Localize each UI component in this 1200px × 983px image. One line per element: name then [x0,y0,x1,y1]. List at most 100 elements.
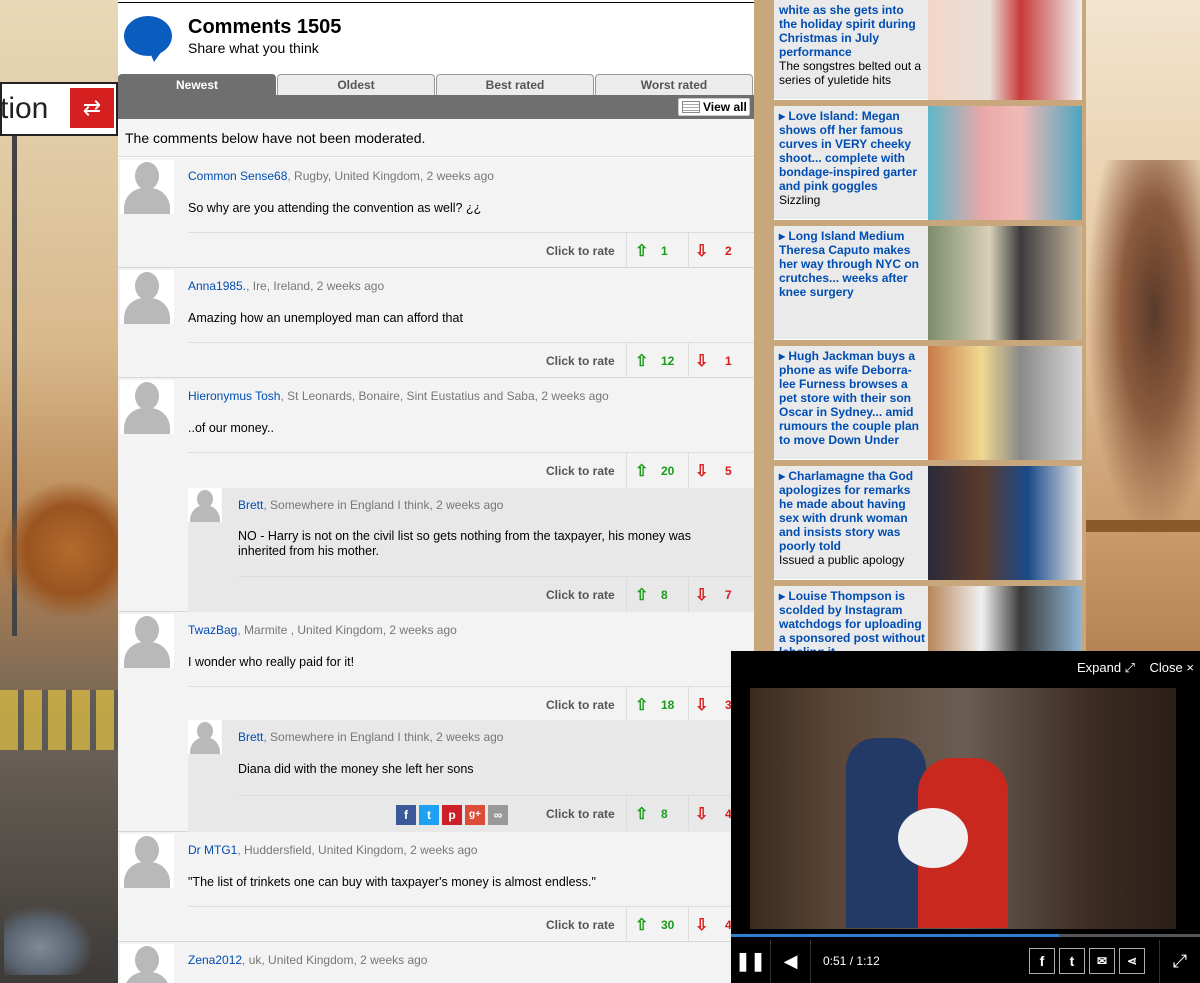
story-thumbnail[interactable] [928,0,1082,100]
googleplus-share-icon[interactable]: g+ [465,805,485,825]
divider [118,2,754,3]
comment-meta: Anna1985., Ire, Ireland, 2 weeks ago [188,279,384,293]
downvote-button[interactable]: ⇩ 2 [688,233,754,268]
story-headline[interactable]: Charlamagne tha God apologizes for remar… [779,469,913,553]
twitter-icon[interactable]: t [1059,948,1085,974]
mute-button[interactable]: ◀ [771,940,811,983]
upvote-count: 1 [661,244,668,258]
rate-bar: Click to rate ⇧ 12 ⇩ 1 [188,342,754,378]
up-arrow-icon: ⇧ [635,587,649,604]
comment-meta: Zena2012, uk, United Kingdom, 2 weeks ag… [188,953,427,967]
tab-best-rated[interactable]: Best rated [436,74,594,96]
pause-icon: ❚❚ [735,951,766,971]
downvote-button[interactable]: ⇩ 5 [688,453,754,488]
rate-bar: Click to rate ⇧ 18 ⇩ 3 [188,686,754,722]
speaker-icon: ◀ [783,951,798,971]
comment-author[interactable]: TwazBag [188,623,237,637]
close-label: Close [1149,660,1183,675]
expand-button[interactable]: Expand ⤢ [1077,660,1135,675]
expand-icon: ⤢ [1124,660,1136,675]
comment-author[interactable]: Anna1985. [188,279,246,293]
downvote-count: 7 [725,588,732,602]
comment-text: I wonder who really paid for it! [188,655,355,669]
upvote-count: 30 [661,918,675,932]
video-frame[interactable] [750,688,1176,929]
upvote-button[interactable]: ⇧ 1 [626,233,688,268]
avatar[interactable] [120,944,174,983]
story-thumbnail[interactable] [928,466,1082,580]
tab-newest[interactable]: Newest [118,74,276,96]
video-progress-fill [731,934,1060,937]
pause-button[interactable]: ❚❚ [731,940,771,983]
upvote-button[interactable]: ⇧ 18 [626,687,688,722]
comment-author[interactable]: Common Sense68 [188,169,287,183]
view-all-button[interactable]: View all [678,98,750,116]
story-subtitle: Issued a public apology [779,553,905,567]
video-progress-bar[interactable] [731,934,1200,937]
link-share-icon[interactable]: ∞ [488,805,508,825]
rate-bar: Click to rate ⇧ 8 ⇩ 7 [238,576,754,612]
fullscreen-button[interactable]: ⤢ [1159,940,1200,983]
video-top-controls: Expand ⤢ Close × [1077,660,1194,676]
story-headline[interactable]: Love Island: Megan shows off her famous … [779,109,917,193]
click-to-rate-label: Click to rate [546,464,615,478]
comment-text: So why are you attending the convention … [188,201,482,215]
story-item[interactable]: Long Island Medium Theresa Caputo makes … [774,226,1082,340]
facebook-share-icon[interactable]: f [396,805,416,825]
avatar[interactable] [120,160,174,214]
avatar[interactable] [188,720,222,754]
road-markings [0,690,118,750]
upvote-button[interactable]: ⇧ 20 [626,453,688,488]
comment-location: , Rugby, United Kingdom, 2 weeks ago [287,169,494,183]
comment-author[interactable]: Zena2012 [188,953,242,967]
upvote-button[interactable]: ⇧ 12 [626,343,688,378]
down-arrow-icon: ⇩ [695,587,709,604]
time-current: 0:51 [823,954,847,968]
comment-author[interactable]: Hieronymus Tosh [188,389,280,403]
down-arrow-icon: ⇩ [695,463,709,480]
reply-location: , Somewhere in England I think, 2 weeks … [263,730,504,744]
avatar[interactable] [188,488,222,522]
avatar[interactable] [120,270,174,324]
story-item[interactable]: Hugh Jackman buys a phone as wife Deborr… [774,346,1082,460]
email-icon[interactable]: ✉ [1089,948,1115,974]
story-text: Hugh Jackman buys a phone as wife Deborr… [779,349,925,447]
view-all-icon [682,101,700,113]
story-thumbnail[interactable] [928,346,1082,460]
upvote-button[interactable]: ⇧ 8 [626,577,688,612]
rate-bar: f t p g+ ∞ Click to rate ⇧ 8 ⇩ 4 [238,795,754,831]
story-item[interactable]: Love Island: Megan shows off her famous … [774,106,1082,220]
pinterest-share-icon[interactable]: p [442,805,462,825]
upvote-count: 20 [661,464,675,478]
story-headline[interactable]: Hugh Jackman buys a phone as wife Deborr… [779,349,919,447]
story-thumbnail[interactable] [928,226,1082,340]
tab-worst-rated[interactable]: Worst rated [595,74,753,96]
close-button[interactable]: Close × [1150,660,1194,675]
downvote-button[interactable]: ⇩ 1 [688,343,754,378]
upvote-button[interactable]: ⇧ 8 [626,796,688,831]
reply-author[interactable]: Brett [238,498,263,512]
story-headline[interactable]: Louise Thompson is scolded by Instagram … [779,589,925,659]
facebook-icon[interactable]: f [1029,948,1055,974]
reply-author[interactable]: Brett [238,730,263,744]
story-item[interactable]: Lorinn Rimes wows in white as she gets i… [774,0,1082,100]
reply-meta: Brett, Somewhere in England I think, 2 w… [238,498,503,512]
story-headline[interactable]: Lorinn Rimes wows in white as she gets i… [779,0,916,59]
avatar[interactable] [120,834,174,888]
comment-author[interactable]: Dr MTG1 [188,843,237,857]
reply-text-line1: NO - Harry is not on the civil list so g… [238,529,691,543]
story-thumbnail[interactable] [928,106,1082,220]
avatar[interactable] [120,380,174,434]
background-left-image: tion ⇄ [0,0,118,983]
comment-bubble-tail [148,48,164,62]
story-headline[interactable]: Long Island Medium Theresa Caputo makes … [779,229,919,299]
downvote-button[interactable]: ⇩ 7 [688,577,754,612]
upvote-button[interactable]: ⇧ 30 [626,907,688,942]
avatar[interactable] [120,614,174,668]
story-item[interactable]: Charlamagne tha God apologizes for remar… [774,466,1082,580]
tab-oldest[interactable]: Oldest [277,74,435,96]
click-to-rate-label: Click to rate [546,244,615,258]
video-player[interactable]: Expand ⤢ Close × ❚❚ ◀ 0:51 / 1:12 f t ✉ … [731,651,1200,983]
twitter-share-icon[interactable]: t [419,805,439,825]
share-icon[interactable]: ⋖ [1119,948,1145,974]
